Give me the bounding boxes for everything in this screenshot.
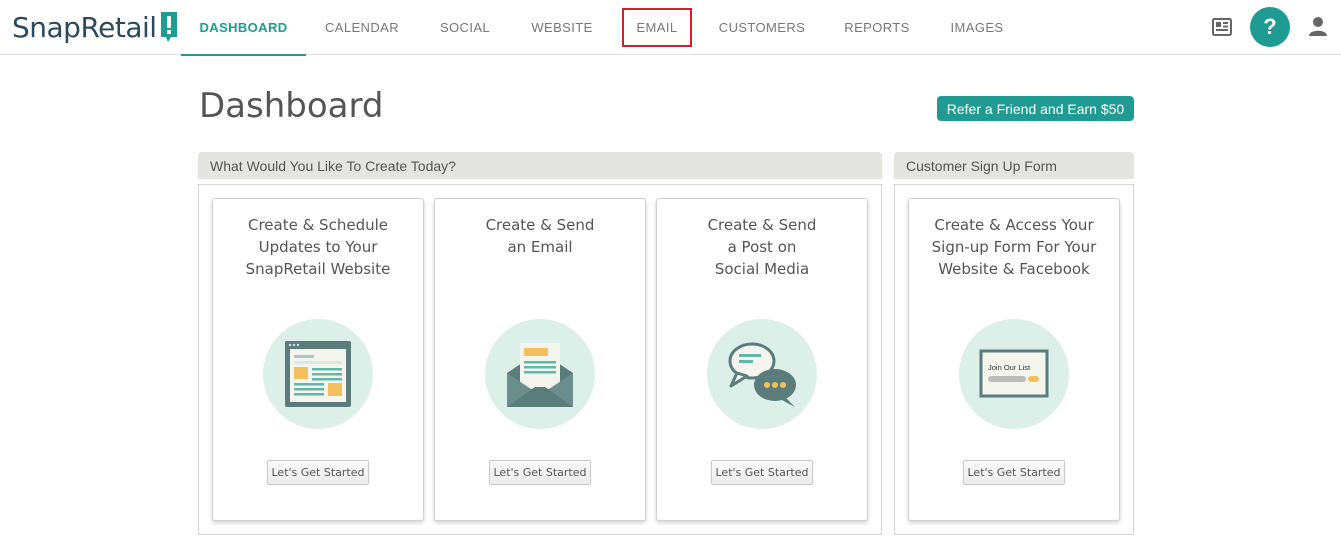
chat-bubbles-icon xyxy=(707,319,817,429)
social-card: Create & Send a Post on Social Media Let… xyxy=(656,198,868,521)
website-icon xyxy=(263,319,373,429)
nav-images[interactable]: IMAGES xyxy=(932,0,1022,55)
nav-calendar[interactable]: CALENDAR xyxy=(306,0,418,55)
social-get-started-button[interactable]: Let's Get Started xyxy=(711,460,813,485)
logo-text: SnapRetail xyxy=(12,10,157,44)
nav-dashboard-label: DASHBOARD xyxy=(199,20,288,35)
email-get-started-button[interactable]: Let's Get Started xyxy=(489,460,591,485)
refer-friend-button[interactable]: Refer a Friend and Earn $50 xyxy=(937,96,1134,121)
email-envelope-icon xyxy=(485,319,595,429)
nav-email-label: EMAIL xyxy=(622,8,692,47)
join-list-label: Join Our List xyxy=(988,363,1031,372)
nav-calendar-label: CALENDAR xyxy=(325,20,399,35)
nav-website-label: WEBSITE xyxy=(531,20,593,35)
nav-social[interactable]: SOCIAL xyxy=(418,0,512,55)
website-card: Create & Schedule Updates to Your SnapRe… xyxy=(212,198,424,521)
nav-reports-label: REPORTS xyxy=(844,20,910,35)
snapretail-logo[interactable]: SnapRetail xyxy=(12,10,178,44)
website-card-title: Create & Schedule Updates to Your SnapRe… xyxy=(245,216,391,278)
signup-form-icon: Join Our List xyxy=(959,319,1069,429)
nav-dashboard[interactable]: DASHBOARD xyxy=(181,0,306,56)
signup-get-started-button[interactable]: Let's Get Started xyxy=(963,460,1065,485)
signup-card: Create & Access Your Sign-up Form For Yo… xyxy=(908,198,1120,521)
top-navigation-bar: SnapRetail DASHBOARD CALENDAR SOCIAL WEB… xyxy=(0,0,1341,56)
website-get-started-button[interactable]: Let's Get Started xyxy=(267,460,369,485)
nav-website[interactable]: WEBSITE xyxy=(512,0,612,55)
nav-social-label: SOCIAL xyxy=(439,20,491,35)
nav-reports[interactable]: REPORTS xyxy=(822,0,932,55)
create-section-heading: What Would You Like To Create Today? xyxy=(198,152,882,179)
nav-email[interactable]: EMAIL xyxy=(612,0,702,55)
help-icon: ? xyxy=(1263,14,1277,39)
signup-card-title: Create & Access Your Sign-up Form For Yo… xyxy=(931,216,1097,278)
account-icon[interactable] xyxy=(1307,15,1329,39)
news-icon[interactable] xyxy=(1211,16,1233,38)
nav-customers[interactable]: CUSTOMERS xyxy=(702,0,822,55)
help-button[interactable]: ? xyxy=(1250,7,1290,47)
main-nav: DASHBOARD CALENDAR SOCIAL WEBSITE EMAIL … xyxy=(181,0,1022,56)
logo-exclamation-icon xyxy=(160,11,178,43)
nav-customers-label: CUSTOMERS xyxy=(718,20,806,35)
email-card: Create & Send an Email Let's Get Started xyxy=(434,198,646,521)
nav-images-label: IMAGES xyxy=(950,20,1004,35)
signup-section-heading: Customer Sign Up Form xyxy=(894,152,1134,179)
email-card-title: Create & Send an Email xyxy=(485,216,595,256)
page-title: Dashboard xyxy=(199,86,384,126)
social-card-title: Create & Send a Post on Social Media xyxy=(707,216,817,278)
